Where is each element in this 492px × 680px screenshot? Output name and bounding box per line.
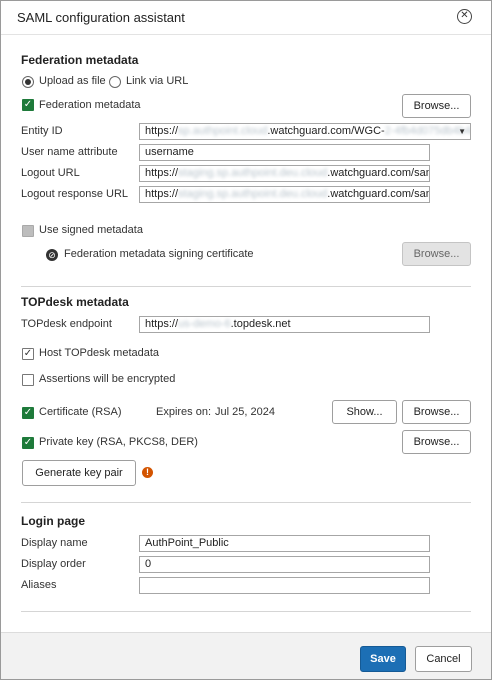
divider <box>21 286 471 287</box>
cancel-button[interactable]: Cancel <box>415 646 472 672</box>
login-section-title: Login page <box>21 514 85 528</box>
use-signed-metadata-label: Use signed metadata <box>39 224 143 236</box>
assertions-encrypted-checkbox[interactable] <box>22 374 34 386</box>
close-icon[interactable]: ✕ <box>457 9 472 24</box>
generate-key-pair-button[interactable]: Generate key pair <box>22 460 136 486</box>
host-topdesk-metadata-checkbox[interactable]: ✓ <box>22 348 34 360</box>
topdesk-section-title: TOPdesk metadata <box>21 295 129 309</box>
chevron-down-icon: ▼ <box>458 127 466 136</box>
username-attribute-input[interactable]: username <box>139 144 430 161</box>
topdesk-endpoint-label: TOPdesk endpoint <box>21 318 112 330</box>
username-attribute-label: User name attribute <box>21 146 118 158</box>
federation-metadata-checkbox[interactable]: ✓ <box>22 99 34 111</box>
upload-as-file-radio[interactable] <box>22 76 34 88</box>
dialog-header: SAML configuration assistant ✕ <box>1 1 491 35</box>
show-certificate-button[interactable]: Show... <box>332 400 397 424</box>
federation-browse-button[interactable]: Browse... <box>402 94 471 118</box>
signing-certificate-label: Federation metadata signing certificate <box>64 248 254 260</box>
logout-url-label: Logout URL <box>21 167 80 179</box>
save-button[interactable]: Save <box>360 646 406 672</box>
host-topdesk-metadata-label: Host TOPdesk metadata <box>39 347 160 359</box>
display-name-input[interactable]: AuthPoint_Public <box>139 535 430 552</box>
link-via-url-radio[interactable] <box>109 76 121 88</box>
certificate-browse-button[interactable]: Browse... <box>402 400 471 424</box>
private-key-browse-button[interactable]: Browse... <box>402 430 471 454</box>
federation-section-title: Federation metadata <box>21 53 139 67</box>
saml-configuration-dialog: SAML configuration assistant ✕ Federatio… <box>0 0 492 680</box>
private-key-label: Private key (RSA, PKCS8, DER) <box>39 436 198 448</box>
warning-icon: ! <box>142 467 153 478</box>
logout-response-url-input[interactable]: https://staging.sp.authpoint.deu.cloud.w… <box>139 186 430 203</box>
divider <box>21 611 471 612</box>
display-order-input[interactable]: 0 <box>139 556 430 573</box>
divider <box>21 502 471 503</box>
signing-certificate-browse-button[interactable]: Browse... <box>402 242 471 266</box>
logout-response-url-label: Logout response URL <box>21 188 129 200</box>
expires-on-value: Jul 25, 2024 <box>215 406 275 418</box>
upload-as-file-label: Upload as file <box>39 75 106 87</box>
display-name-label: Display name <box>21 537 88 549</box>
expires-on-label: Expires on: <box>156 406 212 418</box>
link-via-url-label: Link via URL <box>126 75 189 87</box>
display-order-label: Display order <box>21 558 86 570</box>
assertions-encrypted-label: Assertions will be encrypted <box>39 373 176 385</box>
dialog-title: SAML configuration assistant <box>17 10 185 25</box>
aliases-input[interactable] <box>139 577 430 594</box>
certificate-icon: ⊘ <box>46 249 58 261</box>
entity-id-select[interactable]: https://sp.authpoint.cloud.watchguard.co… <box>139 123 471 140</box>
use-signed-metadata-checkbox[interactable] <box>22 225 34 237</box>
certificate-rsa-checkbox[interactable]: ✓ <box>22 407 34 419</box>
federation-metadata-label: Federation metadata <box>39 99 141 111</box>
topdesk-endpoint-input[interactable]: https://us-demo-6.topdesk.net <box>139 316 430 333</box>
logout-url-input[interactable]: https://staging.sp.authpoint.deu.cloud.w… <box>139 165 430 182</box>
aliases-label: Aliases <box>21 579 57 591</box>
certificate-rsa-label: Certificate (RSA) <box>39 406 122 418</box>
dialog-content: Federation metadata Upload as file Link … <box>1 36 491 632</box>
entity-id-label: Entity ID <box>21 125 63 137</box>
private-key-checkbox[interactable]: ✓ <box>22 437 34 449</box>
dialog-footer: Save Cancel <box>1 632 491 679</box>
